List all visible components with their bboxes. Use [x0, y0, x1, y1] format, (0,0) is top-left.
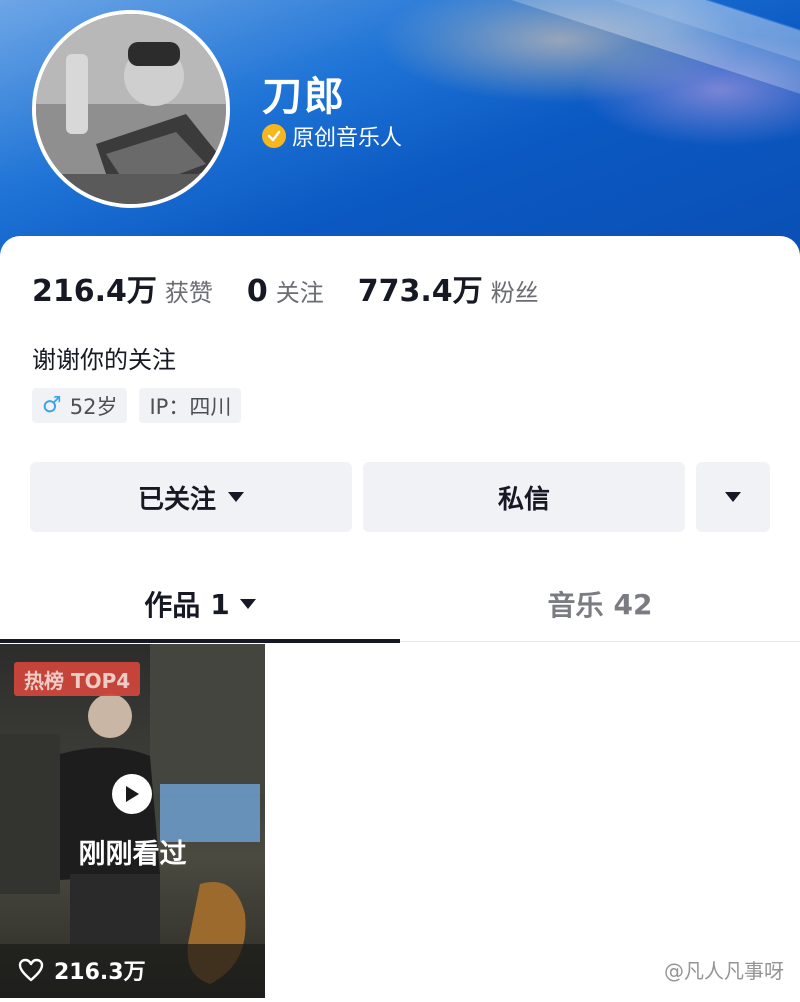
video-likes: 216.3万: [18, 954, 146, 986]
stat-label: 关注: [275, 279, 324, 307]
tab-count: 1: [210, 587, 230, 621]
watermark: @凡人凡事呀: [664, 959, 784, 983]
verification-text: 原创音乐人: [292, 126, 403, 151]
followed-button[interactable]: 已关注: [30, 462, 352, 532]
video-thumbnail[interactable]: 热榜 TOP4 刚刚看过 216.3万: [0, 644, 265, 998]
verification-label: 原创音乐人: [262, 120, 402, 152]
profile-header-banner: 刀郎 原创音乐人: [0, 0, 800, 260]
stat-label: 粉丝: [490, 279, 539, 307]
age-tag: ♂ 52岁: [32, 388, 128, 423]
stat-following[interactable]: 0 关注: [247, 273, 324, 309]
banner-light-streak: [397, 0, 800, 209]
stat-value: 216.4万: [32, 274, 157, 309]
profile-card: 216.4万 获赞 0 关注 773.4万 粉丝 谢谢你的关注 ♂ 52岁 IP…: [0, 236, 800, 1002]
ip-tag: IP：四川: [139, 388, 242, 423]
avatar[interactable]: [32, 10, 230, 208]
profile-stats: 216.4万 获赞 0 关注 773.4万 粉丝: [32, 266, 573, 310]
play-icon: [112, 774, 152, 814]
stat-value: 773.4万: [357, 274, 483, 309]
avatar-photo: [36, 14, 226, 204]
stat-label: 获赞: [164, 279, 213, 307]
tab-label: 作品: [144, 589, 201, 622]
caret-down-icon: [725, 492, 741, 502]
tab-label: 音乐: [547, 589, 604, 622]
content-tabs: 作品 1 音乐 42: [0, 566, 800, 643]
profile-actions: 已关注 私信: [30, 462, 770, 532]
recently-watched-label: 刚刚看过: [78, 839, 187, 870]
caret-down-icon: [228, 492, 244, 502]
active-tab-indicator: [0, 639, 400, 643]
tab-music[interactable]: 音乐 42: [400, 566, 800, 642]
tab-count: 42: [613, 587, 653, 621]
message-button-label: 私信: [497, 484, 550, 515]
heart-icon: [18, 958, 44, 982]
stat-likes[interactable]: 216.4万 获赞: [32, 266, 213, 310]
verified-check-icon: [262, 124, 286, 148]
video-like-count: 216.3万: [54, 960, 146, 985]
stat-followers[interactable]: 773.4万 粉丝: [358, 266, 539, 310]
profile-tags: ♂ 52岁 IP：四川: [32, 388, 253, 423]
more-options-button[interactable]: [696, 462, 770, 532]
profile-name: 刀郎: [262, 74, 346, 120]
tab-works[interactable]: 作品 1: [0, 566, 400, 642]
followed-button-label: 已关注: [137, 484, 216, 515]
video-scene: [0, 644, 265, 998]
profile-bio: 谢谢你的关注: [32, 346, 176, 374]
ip-text: IP：四川: [149, 394, 232, 419]
male-icon: ♂: [42, 393, 62, 418]
stat-value: 0: [246, 274, 268, 309]
caret-down-icon: [239, 599, 256, 609]
age-text: 52岁: [69, 394, 118, 419]
hot-rank-badge: 热榜 TOP4: [14, 662, 141, 696]
message-button[interactable]: 私信: [363, 462, 685, 532]
